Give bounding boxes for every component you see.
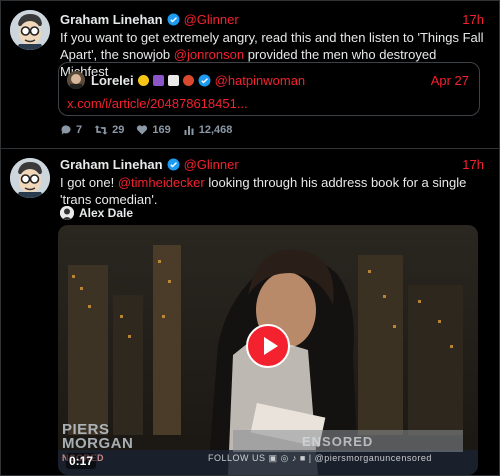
tweet-header: Graham Linehan @Glinner 17h xyxy=(60,155,484,173)
author-name[interactable]: Graham Linehan xyxy=(60,157,163,172)
quote-date[interactable]: Apr 27 xyxy=(431,73,469,88)
mushroom-icon xyxy=(182,74,194,86)
view-count: 12,468 xyxy=(198,124,233,136)
like-count: 169 xyxy=(152,124,171,136)
mention-link[interactable]: @jonronson xyxy=(174,47,244,62)
quoted-tweet[interactable]: Lorelei @hatpinwoman Apr 27 x.com/i/arti… xyxy=(58,62,480,116)
byline-avatar xyxy=(60,206,74,220)
article-link[interactable]: x.com/i/article/204878618451... xyxy=(67,96,248,111)
play-button[interactable] xyxy=(246,324,290,368)
action-bar: 7 29 169 12,468 xyxy=(60,124,244,136)
verified-badge-icon xyxy=(167,158,180,170)
verified-badge-icon xyxy=(198,74,211,86)
follow-banner: FOLLOW US ▣ ◎ ♪ ■ | @piersmorganuncensor… xyxy=(208,453,432,463)
text-part: I got one! xyxy=(60,175,118,190)
emoji-icon xyxy=(137,74,149,86)
quote-header: Lorelei @hatpinwoman Apr 27 xyxy=(67,71,469,89)
like-button[interactable]: 169 xyxy=(136,124,171,136)
tweet-time[interactable]: 17h xyxy=(462,12,484,27)
author-handle[interactable]: @Glinner xyxy=(184,12,239,27)
reply-button[interactable]: 7 xyxy=(60,124,82,136)
tweet-text: I got one! @timheidecker looking through… xyxy=(60,174,484,208)
retweet-button[interactable]: 29 xyxy=(94,124,124,136)
emoji-icon xyxy=(152,74,164,86)
reply-count: 7 xyxy=(76,124,83,136)
author-handle[interactable]: @Glinner xyxy=(184,157,239,172)
byline-name: Alex Dale xyxy=(79,206,134,220)
mention-link[interactable]: @timheidecker xyxy=(118,175,205,190)
quote-avatar[interactable] xyxy=(67,71,85,89)
watermark-line: MORGAN xyxy=(62,435,134,452)
retweet-icon xyxy=(94,125,108,135)
heart-icon xyxy=(137,125,148,135)
tweet-header: Graham Linehan @Glinner 17h xyxy=(60,10,484,28)
author-name[interactable]: Graham Linehan xyxy=(60,12,163,27)
quote-author-handle[interactable]: @hatpinwoman xyxy=(215,73,306,88)
emoji-icon xyxy=(167,74,179,86)
tweet[interactable]: Graham Linehan @Glinner 17h If you want … xyxy=(0,0,500,149)
banner-text: ENSORED xyxy=(302,434,374,449)
tweet-time[interactable]: 17h xyxy=(462,157,484,172)
video-duration: 0:17 xyxy=(66,453,97,469)
avatar[interactable] xyxy=(10,158,50,198)
views-button[interactable]: 12,468 xyxy=(183,124,233,136)
quote-author-name[interactable]: Lorelei xyxy=(91,73,134,88)
verified-badge-icon xyxy=(167,13,180,25)
retweet-count: 29 xyxy=(112,124,125,136)
video-player[interactable]: PIERS MORGAN NCORED ENSORED FOLLOW US ▣ … xyxy=(58,225,478,475)
avatar[interactable] xyxy=(10,10,50,50)
tweet[interactable]: Graham Linehan @Glinner 17h I got one! @… xyxy=(0,149,500,476)
video-byline[interactable]: Alex Dale xyxy=(60,206,133,220)
views-bar-chart-icon xyxy=(184,126,194,135)
reply-icon xyxy=(61,125,71,135)
